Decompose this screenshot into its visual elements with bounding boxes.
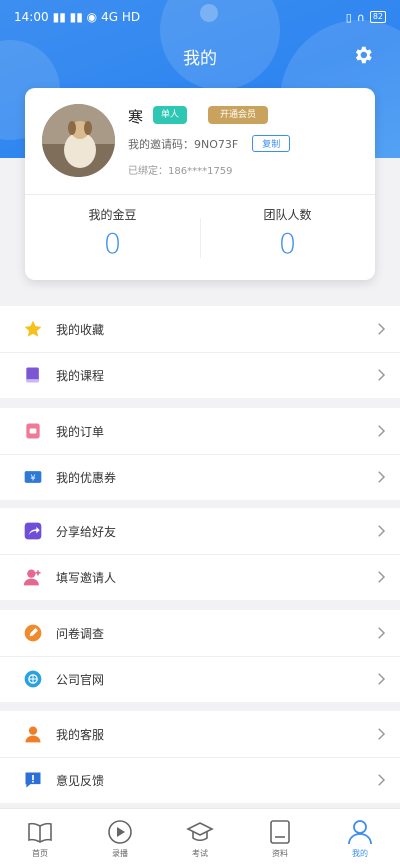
tab-recorded[interactable]: 录播 bbox=[80, 809, 160, 866]
menu-item-favorites[interactable]: 我的收藏 bbox=[0, 306, 400, 352]
vibrate-icon: ▯ bbox=[345, 10, 352, 24]
chevron-right-icon bbox=[378, 471, 386, 483]
menu-label: 填写邀请人 bbox=[56, 570, 117, 585]
invite-code: 9NO73F bbox=[194, 137, 239, 151]
signal-icon: ▮▮ ▮▮ ◉ bbox=[52, 10, 98, 24]
feedback-icon bbox=[22, 769, 44, 791]
survey-icon bbox=[22, 622, 44, 644]
tab-label: 我的 bbox=[352, 849, 368, 858]
bound-phone-row: 已绑定：186****1759 bbox=[128, 162, 233, 177]
menu-group-2: 我的订单 ¥ 我的优惠券 bbox=[0, 408, 400, 500]
menu-group-5: 我的客服 意见反馈 bbox=[0, 711, 400, 803]
menu-label: 我的优惠券 bbox=[56, 470, 117, 485]
stat-label: 我的金豆 bbox=[88, 208, 137, 222]
bound-label: 已绑定： bbox=[128, 166, 168, 177]
chevron-right-icon bbox=[378, 323, 386, 335]
copy-button[interactable]: 复制 bbox=[252, 135, 291, 152]
headphone-icon: ∩ bbox=[356, 10, 365, 24]
menu-group-1: 我的收藏 我的课程 bbox=[0, 306, 400, 398]
menu-label: 意见反馈 bbox=[56, 773, 105, 788]
chevron-right-icon bbox=[378, 525, 386, 537]
chevron-right-icon bbox=[378, 774, 386, 786]
menu-label: 我的客服 bbox=[56, 727, 105, 742]
tab-label: 资料 bbox=[272, 849, 288, 858]
menu-label: 分享给好友 bbox=[56, 524, 117, 539]
coupon-icon: ¥ bbox=[22, 466, 44, 488]
user-icon bbox=[348, 820, 372, 845]
team-count-stat[interactable]: 团队人数 0 bbox=[200, 206, 375, 260]
status-time: 14:00 bbox=[14, 10, 49, 24]
open-vip-button[interactable]: 开通会员 bbox=[208, 106, 269, 124]
star-icon bbox=[22, 318, 44, 340]
chevron-right-icon bbox=[378, 425, 386, 437]
menu-item-support[interactable]: 我的客服 bbox=[0, 711, 400, 757]
battery-icon: 82 bbox=[369, 11, 386, 23]
menu-group-3: 分享给好友 填写邀请人 bbox=[0, 508, 400, 600]
menu-item-orders[interactable]: 我的订单 bbox=[0, 408, 400, 454]
card-divider bbox=[25, 194, 375, 195]
tab-label: 录播 bbox=[112, 849, 128, 858]
menu-item-share[interactable]: 分享给好友 bbox=[0, 508, 400, 554]
menu-group-4: 问卷调查 公司官网 bbox=[0, 610, 400, 702]
menu-label: 我的收藏 bbox=[56, 322, 105, 337]
menu-label: 我的课程 bbox=[56, 368, 105, 383]
chevron-right-icon bbox=[378, 369, 386, 381]
bottom-tab-bar: 首页 录播 考试 资料 我的 bbox=[0, 808, 400, 866]
svg-text:¥: ¥ bbox=[30, 472, 35, 482]
chevron-right-icon bbox=[378, 627, 386, 639]
chevron-right-icon bbox=[378, 571, 386, 583]
tab-materials[interactable]: 资料 bbox=[240, 809, 320, 866]
globe-icon bbox=[22, 668, 44, 690]
menu-item-website[interactable]: 公司官网 bbox=[0, 656, 400, 702]
graduation-cap-icon bbox=[186, 822, 214, 842]
gold-beans-stat[interactable]: 我的金豆 0 bbox=[25, 206, 200, 260]
menu-item-courses[interactable]: 我的课程 bbox=[0, 352, 400, 398]
page-title: 我的 bbox=[183, 49, 217, 69]
menu-item-survey[interactable]: 问卷调查 bbox=[0, 610, 400, 656]
support-icon bbox=[22, 723, 44, 745]
menu-label: 我的订单 bbox=[56, 424, 105, 439]
play-icon bbox=[108, 820, 132, 844]
chevron-right-icon bbox=[378, 728, 386, 740]
dog-photo-icon bbox=[42, 104, 115, 177]
tab-home[interactable]: 首页 bbox=[0, 809, 80, 866]
settings-gear-icon[interactable] bbox=[352, 44, 374, 66]
user-name: 寒 bbox=[128, 108, 144, 126]
avatar[interactable] bbox=[42, 104, 115, 177]
chevron-right-icon bbox=[378, 673, 386, 685]
profile-card: 寒 单人 开通会员 我的邀请码：9NO73F 复制 已绑定：186****175… bbox=[25, 88, 375, 280]
menu-item-feedback[interactable]: 意见反馈 bbox=[0, 757, 400, 803]
person-add-icon bbox=[22, 566, 44, 588]
status-bar: 14:00 ▮▮ ▮▮ ◉ 4G HD ▯ ∩ 82 bbox=[0, 0, 400, 34]
bound-phone: 186****1759 bbox=[168, 166, 233, 177]
menu-item-coupons[interactable]: ¥ 我的优惠券 bbox=[0, 454, 400, 500]
badge-person: 单人 bbox=[153, 106, 188, 124]
menu-label: 公司官网 bbox=[56, 672, 105, 687]
share-icon bbox=[22, 520, 44, 542]
stat-value: 0 bbox=[103, 227, 122, 260]
tab-label: 考试 bbox=[192, 849, 208, 858]
menu-item-inviter[interactable]: 填写邀请人 bbox=[0, 554, 400, 600]
tab-mine[interactable]: 我的 bbox=[320, 809, 400, 866]
invite-code-row: 我的邀请码：9NO73F 复制 bbox=[128, 135, 291, 152]
network-label: 4G HD bbox=[101, 10, 141, 24]
menu-label: 问卷调查 bbox=[56, 626, 105, 641]
tab-label: 首页 bbox=[32, 849, 48, 858]
home-book-icon bbox=[28, 822, 52, 843]
stat-value: 0 bbox=[278, 227, 297, 260]
book-icon bbox=[22, 364, 44, 386]
stat-label: 团队人数 bbox=[263, 208, 312, 222]
invite-label: 我的邀请码： bbox=[128, 137, 194, 151]
document-icon bbox=[270, 820, 290, 844]
tab-exam[interactable]: 考试 bbox=[160, 809, 240, 866]
order-icon bbox=[22, 420, 44, 442]
